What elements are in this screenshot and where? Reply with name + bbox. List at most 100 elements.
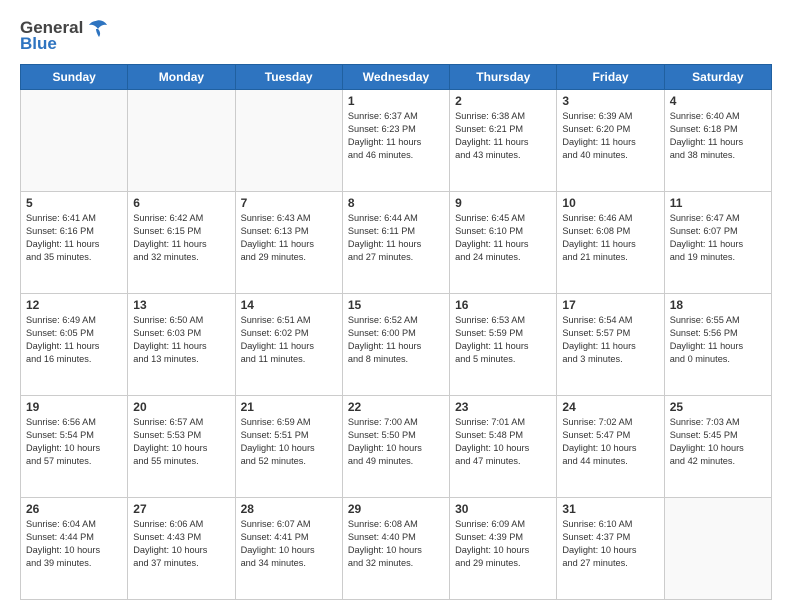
calendar-day-cell: 21 Sunrise: 6:59 AM Sunset: 5:51 PM Dayli… [235, 396, 342, 498]
day-info: Sunrise: 7:03 AM Sunset: 5:45 PM Dayligh… [670, 416, 766, 468]
calendar-day-cell: 30 Sunrise: 6:09 AM Sunset: 4:39 PM Dayli… [450, 498, 557, 600]
day-number: 11 [670, 196, 766, 210]
calendar-day-cell: 29Sunrise: 6:08 AM Sunset: 4:40 PM Dayli… [342, 498, 449, 600]
day-number: 25 [670, 400, 766, 414]
calendar-day-cell: 22 Sunrise: 7:00 AM Sunset: 5:50 PM Dayli… [342, 396, 449, 498]
calendar-day-cell: 6 Sunrise: 6:42 AM Sunset: 6:15 PM Daylig… [128, 192, 235, 294]
calendar-table: SundayMondayTuesdayWednesdayThursdayFrid… [20, 64, 772, 600]
day-info: Sunrise: 6:04 AM Sunset: 4:44 PM Dayligh… [26, 518, 122, 570]
calendar-day-cell: 5 Sunrise: 6:41 AM Sunset: 6:16 PM Daylig… [21, 192, 128, 294]
calendar-day-cell [235, 90, 342, 192]
calendar-day-cell: 2 Sunrise: 6:38 AM Sunset: 6:21 PM Daylig… [450, 90, 557, 192]
calendar-day-cell: 12Sunrise: 6:49 AM Sunset: 6:05 PM Dayli… [21, 294, 128, 396]
day-number: 2 [455, 94, 551, 108]
calendar-week-row: 1 Sunrise: 6:37 AM Sunset: 6:23 PM Daylig… [21, 90, 772, 192]
calendar-day-cell: 13Sunrise: 6:50 AM Sunset: 6:03 PM Dayli… [128, 294, 235, 396]
day-number: 8 [348, 196, 444, 210]
calendar-day-cell: 7Sunrise: 6:43 AM Sunset: 6:13 PM Daylig… [235, 192, 342, 294]
calendar-day-cell: 24 Sunrise: 7:02 AM Sunset: 5:47 PM Dayli… [557, 396, 664, 498]
calendar-day-cell: 16Sunrise: 6:53 AM Sunset: 5:59 PM Dayli… [450, 294, 557, 396]
calendar-day-cell [664, 498, 771, 600]
calendar-day-cell: 26 Sunrise: 6:04 AM Sunset: 4:44 PM Dayli… [21, 498, 128, 600]
calendar-day-cell: 14 Sunrise: 6:51 AM Sunset: 6:02 PM Dayli… [235, 294, 342, 396]
day-number: 27 [133, 502, 229, 516]
day-number: 24 [562, 400, 658, 414]
day-number: 18 [670, 298, 766, 312]
logo-blue-text: Blue [20, 34, 57, 54]
day-info: Sunrise: 6:42 AM Sunset: 6:15 PM Dayligh… [133, 212, 229, 264]
calendar-week-row: 5 Sunrise: 6:41 AM Sunset: 6:16 PM Daylig… [21, 192, 772, 294]
day-info: Sunrise: 6:46 AM Sunset: 6:08 PM Dayligh… [562, 212, 658, 264]
calendar-week-row: 19 Sunrise: 6:56 AM Sunset: 5:54 PM Dayli… [21, 396, 772, 498]
day-info: Sunrise: 6:09 AM Sunset: 4:39 PM Dayligh… [455, 518, 551, 570]
calendar-day-cell [21, 90, 128, 192]
day-info: Sunrise: 7:01 AM Sunset: 5:48 PM Dayligh… [455, 416, 551, 468]
day-info: Sunrise: 6:06 AM Sunset: 4:43 PM Dayligh… [133, 518, 229, 570]
day-number: 23 [455, 400, 551, 414]
day-number: 21 [241, 400, 337, 414]
page: General Blue SundayMondayTuesdayWednesda… [0, 0, 792, 612]
day-number: 10 [562, 196, 658, 210]
logo: General Blue [20, 18, 107, 54]
calendar-day-cell: 23 Sunrise: 7:01 AM Sunset: 5:48 PM Dayli… [450, 396, 557, 498]
day-info: Sunrise: 6:51 AM Sunset: 6:02 PM Dayligh… [241, 314, 337, 366]
day-info: Sunrise: 6:52 AM Sunset: 6:00 PM Dayligh… [348, 314, 444, 366]
day-of-week-header: Tuesday [235, 65, 342, 90]
day-number: 9 [455, 196, 551, 210]
day-number: 19 [26, 400, 122, 414]
day-of-week-header: Wednesday [342, 65, 449, 90]
day-number: 12 [26, 298, 122, 312]
header: General Blue [20, 18, 772, 54]
day-info: Sunrise: 6:55 AM Sunset: 5:56 PM Dayligh… [670, 314, 766, 366]
day-info: Sunrise: 6:50 AM Sunset: 6:03 PM Dayligh… [133, 314, 229, 366]
day-info: Sunrise: 6:39 AM Sunset: 6:20 PM Dayligh… [562, 110, 658, 162]
day-info: Sunrise: 6:38 AM Sunset: 6:21 PM Dayligh… [455, 110, 551, 162]
day-number: 1 [348, 94, 444, 108]
calendar-day-cell: 9 Sunrise: 6:45 AM Sunset: 6:10 PM Daylig… [450, 192, 557, 294]
day-number: 22 [348, 400, 444, 414]
day-info: Sunrise: 6:41 AM Sunset: 6:16 PM Dayligh… [26, 212, 122, 264]
day-number: 20 [133, 400, 229, 414]
day-number: 6 [133, 196, 229, 210]
calendar-header-row: SundayMondayTuesdayWednesdayThursdayFrid… [21, 65, 772, 90]
day-info: Sunrise: 6:57 AM Sunset: 5:53 PM Dayligh… [133, 416, 229, 468]
day-info: Sunrise: 6:45 AM Sunset: 6:10 PM Dayligh… [455, 212, 551, 264]
day-number: 14 [241, 298, 337, 312]
logo-bird-icon [85, 19, 107, 37]
calendar-day-cell: 15Sunrise: 6:52 AM Sunset: 6:00 PM Dayli… [342, 294, 449, 396]
calendar-day-cell: 27 Sunrise: 6:06 AM Sunset: 4:43 PM Dayli… [128, 498, 235, 600]
day-info: Sunrise: 6:07 AM Sunset: 4:41 PM Dayligh… [241, 518, 337, 570]
day-info: Sunrise: 6:59 AM Sunset: 5:51 PM Dayligh… [241, 416, 337, 468]
day-number: 28 [241, 502, 337, 516]
day-info: Sunrise: 6:54 AM Sunset: 5:57 PM Dayligh… [562, 314, 658, 366]
calendar-week-row: 12Sunrise: 6:49 AM Sunset: 6:05 PM Dayli… [21, 294, 772, 396]
day-info: Sunrise: 6:10 AM Sunset: 4:37 PM Dayligh… [562, 518, 658, 570]
day-number: 30 [455, 502, 551, 516]
calendar-day-cell: 20 Sunrise: 6:57 AM Sunset: 5:53 PM Dayli… [128, 396, 235, 498]
calendar-day-cell: 1 Sunrise: 6:37 AM Sunset: 6:23 PM Daylig… [342, 90, 449, 192]
day-of-week-header: Saturday [664, 65, 771, 90]
day-info: Sunrise: 7:02 AM Sunset: 5:47 PM Dayligh… [562, 416, 658, 468]
calendar-day-cell: 18 Sunrise: 6:55 AM Sunset: 5:56 PM Dayli… [664, 294, 771, 396]
calendar-day-cell: 31Sunrise: 6:10 AM Sunset: 4:37 PM Dayli… [557, 498, 664, 600]
calendar-day-cell: 3 Sunrise: 6:39 AM Sunset: 6:20 PM Daylig… [557, 90, 664, 192]
day-info: Sunrise: 6:44 AM Sunset: 6:11 PM Dayligh… [348, 212, 444, 264]
day-number: 3 [562, 94, 658, 108]
day-info: Sunrise: 6:56 AM Sunset: 5:54 PM Dayligh… [26, 416, 122, 468]
day-of-week-header: Sunday [21, 65, 128, 90]
day-number: 26 [26, 502, 122, 516]
day-info: Sunrise: 6:37 AM Sunset: 6:23 PM Dayligh… [348, 110, 444, 162]
day-info: Sunrise: 6:40 AM Sunset: 6:18 PM Dayligh… [670, 110, 766, 162]
calendar-day-cell: 4 Sunrise: 6:40 AM Sunset: 6:18 PM Daylig… [664, 90, 771, 192]
calendar-week-row: 26 Sunrise: 6:04 AM Sunset: 4:44 PM Dayli… [21, 498, 772, 600]
day-info: Sunrise: 7:00 AM Sunset: 5:50 PM Dayligh… [348, 416, 444, 468]
day-number: 5 [26, 196, 122, 210]
calendar-day-cell: 19 Sunrise: 6:56 AM Sunset: 5:54 PM Dayli… [21, 396, 128, 498]
day-of-week-header: Monday [128, 65, 235, 90]
day-number: 4 [670, 94, 766, 108]
day-info: Sunrise: 6:47 AM Sunset: 6:07 PM Dayligh… [670, 212, 766, 264]
day-number: 17 [562, 298, 658, 312]
day-number: 16 [455, 298, 551, 312]
calendar-day-cell: 28 Sunrise: 6:07 AM Sunset: 4:41 PM Dayli… [235, 498, 342, 600]
calendar-day-cell: 11 Sunrise: 6:47 AM Sunset: 6:07 PM Dayli… [664, 192, 771, 294]
